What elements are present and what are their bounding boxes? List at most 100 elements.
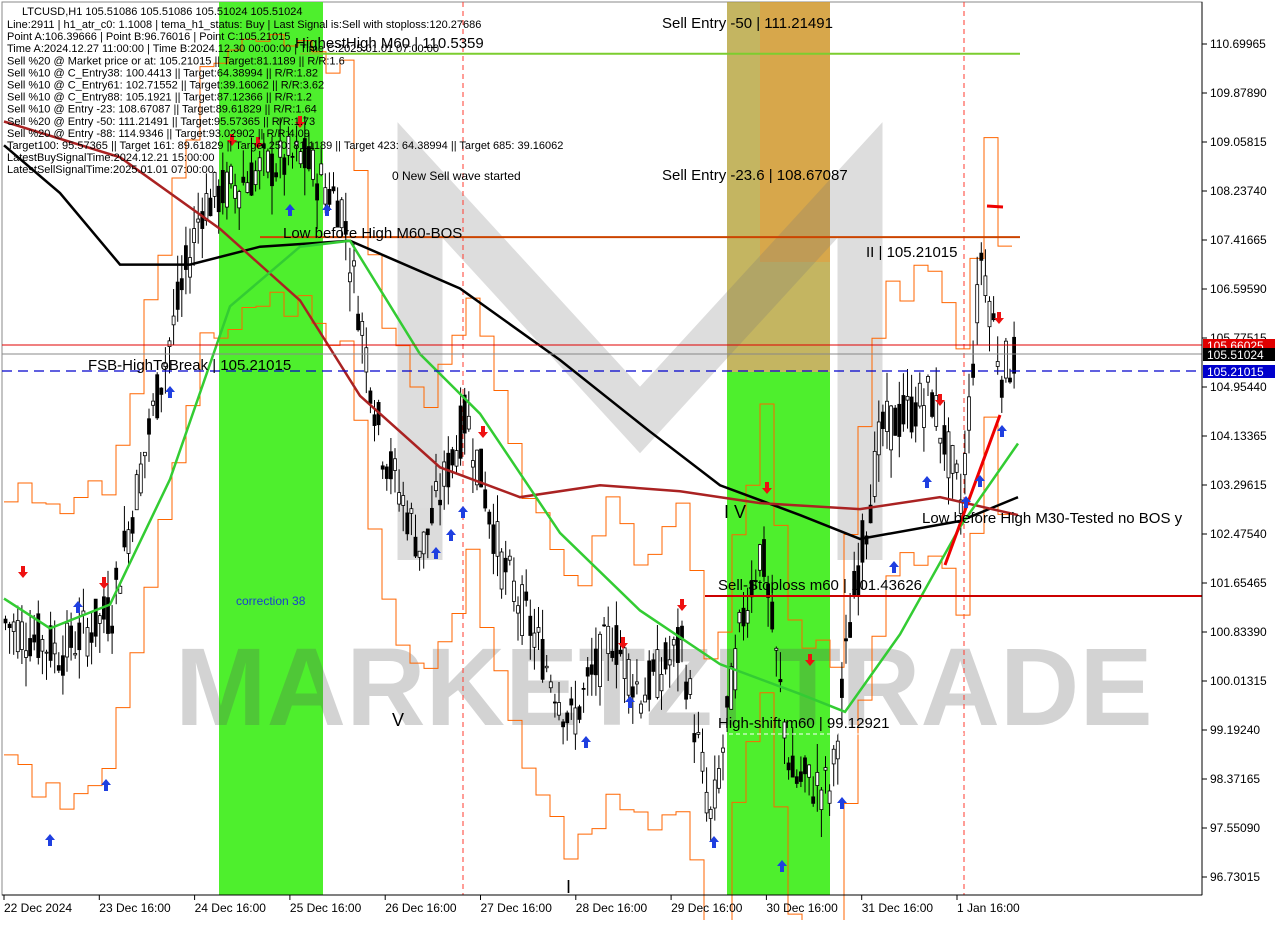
candle-body	[926, 376, 930, 383]
candle-body	[532, 632, 537, 648]
candle-body	[995, 361, 1000, 367]
candle-body	[405, 512, 410, 535]
candle-body	[999, 379, 1004, 398]
candle-body	[241, 176, 246, 183]
candle-body	[667, 659, 672, 666]
candle-body	[438, 499, 443, 506]
candle-body	[1012, 336, 1016, 374]
candle-body	[618, 649, 623, 655]
candle-body	[762, 539, 766, 577]
candle-body	[704, 791, 709, 814]
candle-body	[917, 382, 922, 407]
candle-body	[963, 453, 967, 476]
x-tick-label: 26 Dec 16:00	[385, 901, 457, 915]
candle-body	[626, 659, 631, 696]
candle-body	[639, 703, 643, 714]
candle-body	[991, 313, 996, 321]
candle-body	[1008, 377, 1012, 383]
info-line: Sell %10 @ Entry -23: 108.67087 || Targe…	[7, 104, 317, 116]
candle-body	[89, 632, 94, 643]
info-line: Point A:106.39666 | Point B:96.76016 | P…	[7, 31, 290, 43]
candle-body	[335, 200, 340, 228]
y-tick-label: 107.41665	[1210, 233, 1267, 247]
candle-body	[77, 622, 82, 651]
candle-body	[655, 649, 660, 698]
candle-body	[872, 450, 877, 497]
info-line: Line:2911 | h1_atr_c0: 1.1008 | tema_h1_…	[7, 19, 481, 31]
candle-body	[684, 681, 688, 700]
candle-body	[942, 425, 947, 455]
candle-body	[466, 415, 471, 430]
candle-body	[253, 170, 258, 185]
candle-body	[967, 396, 971, 431]
candle-body	[368, 390, 373, 404]
candle-body	[114, 567, 119, 580]
candle-body	[909, 396, 914, 433]
candle-body	[1004, 340, 1008, 379]
candle-body	[134, 474, 139, 511]
candle-body	[15, 620, 20, 653]
candle-body	[835, 740, 840, 760]
info-line: LatestSellSignalTime:2025.01.01 07:00:00	[7, 164, 214, 176]
candle-body	[393, 458, 397, 471]
candle-body	[721, 747, 725, 753]
candle-body	[786, 762, 791, 771]
price-tag-label: 105.21015	[1207, 365, 1264, 379]
y-tick-label: 97.55090	[1210, 821, 1260, 835]
candle-body	[893, 407, 898, 436]
candle-body	[548, 681, 553, 689]
chart-title: LTCUSD,H1 105.51086 105.51086 105.51024 …	[22, 6, 303, 18]
candle-body	[270, 153, 274, 187]
info-line: Time A:2024.12.27 11:00:00 | Time B:2024…	[7, 43, 439, 55]
candle-body	[741, 607, 746, 627]
candle-body	[778, 679, 783, 683]
candle-body	[520, 584, 524, 636]
y-tick-label: 100.01315	[1210, 674, 1267, 688]
candle-body	[540, 639, 545, 680]
candle-body	[171, 315, 176, 326]
candle-body	[454, 450, 459, 467]
candle-body	[524, 591, 529, 601]
x-tick-label: 25 Dec 16:00	[290, 901, 362, 915]
candle-body	[770, 601, 775, 630]
info-line: Sell %20 @ Market price or at: 105.21015…	[7, 55, 345, 67]
y-axis: 110.69965 109.87890 109.05815 108.23740 107.…	[1201, 2, 1267, 895]
candle-body	[319, 163, 324, 176]
candle-body	[249, 162, 254, 196]
candle-body	[421, 531, 426, 555]
level-label: Low before High M30-Tested no BOS y	[922, 510, 1183, 527]
candle-body	[503, 557, 508, 573]
top-marker	[986, 204, 1004, 209]
candle-body	[311, 149, 315, 180]
candle-body	[487, 511, 492, 525]
candle-body	[885, 400, 889, 432]
candle-body	[577, 706, 582, 720]
candle-body	[602, 624, 606, 627]
candle-body	[922, 405, 926, 428]
candle-body	[528, 615, 533, 636]
candle-body	[298, 151, 303, 165]
candle-body	[499, 551, 504, 590]
candle-body	[28, 638, 33, 657]
y-tick-label: 100.83390	[1210, 625, 1267, 639]
candle-body	[360, 321, 365, 336]
candle-body	[282, 157, 287, 175]
level-label: FSB-HighToBreak | 105.21015	[88, 357, 291, 374]
candle-body	[659, 674, 664, 692]
candle-body	[327, 188, 332, 205]
candle-body	[290, 155, 295, 158]
level-label: Sell Entry -23.6 | 108.67087	[662, 167, 848, 184]
x-axis: 22 Dec 2024 23 Dec 16:00 24 Dec 16:00 25 De…	[2, 894, 1202, 915]
candle-body	[40, 639, 45, 652]
price-chart[interactable]: MARKETZI TRADE Sell Entry -50 | 111.2149…	[0, 0, 1280, 925]
candle-body	[585, 667, 590, 677]
y-tick-label: 106.59590	[1210, 282, 1267, 296]
candle-body	[110, 625, 114, 634]
candle-body	[339, 199, 344, 229]
candle-body	[708, 808, 713, 819]
candle-body	[979, 252, 984, 261]
candle-body	[610, 650, 615, 658]
candle-body	[179, 278, 184, 291]
y-tick-label: 101.65465	[1210, 576, 1267, 590]
candle-body	[987, 300, 992, 328]
